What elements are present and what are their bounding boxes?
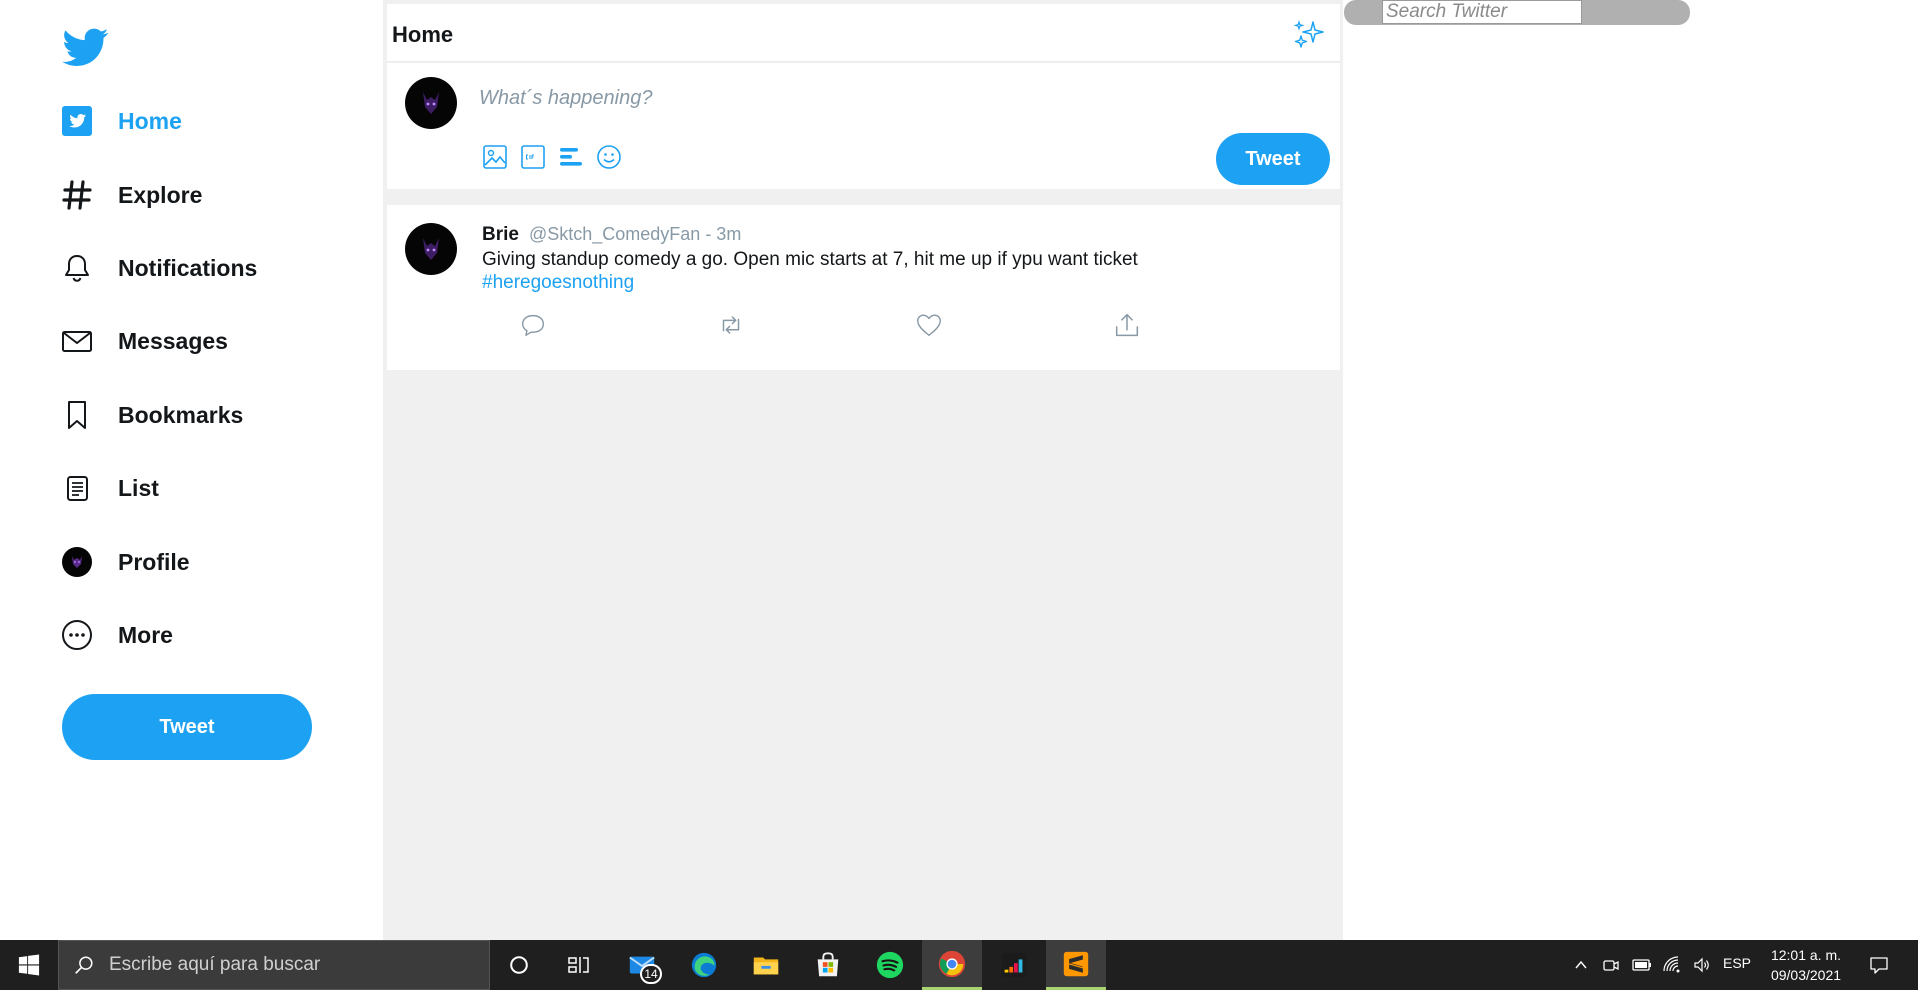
nav-more[interactable]: More — [60, 611, 173, 659]
more-icon — [60, 618, 94, 652]
clock-date: 09/03/2021 — [1770, 967, 1842, 983]
compose-input[interactable] — [479, 87, 1079, 110]
poll-icon[interactable] — [557, 143, 585, 171]
share-icon[interactable] — [1111, 309, 1143, 341]
edge-browser-icon[interactable] — [674, 940, 734, 990]
file-explorer-icon[interactable] — [736, 940, 796, 990]
nav-notifications-label: Notifications — [118, 254, 258, 281]
nav-bookmarks-label: Bookmarks — [118, 401, 244, 428]
image-icon[interactable] — [481, 143, 509, 171]
mail-app-icon[interactable]: 14 — [612, 940, 672, 990]
tweet-avatar[interactable] — [405, 223, 457, 275]
envelope-icon — [60, 324, 94, 358]
battery-icon[interactable] — [1628, 940, 1656, 990]
tweet-handle-time: @Sktch_ComedyFan - 3m — [528, 224, 742, 244]
nav-explore[interactable]: Explore — [60, 171, 202, 219]
avatar-icon — [60, 545, 94, 579]
nav-notifications[interactable]: Notifications — [60, 244, 257, 292]
deezer-icon[interactable] — [984, 940, 1044, 990]
nav-messages[interactable]: Messages — [60, 317, 228, 365]
tweet-body: Giving standup comedy a go. Open mic sta… — [482, 249, 1138, 270]
tweet-card[interactable]: Brie @Sktch_ComedyFan - 3m Giving standu… — [387, 205, 1340, 370]
compose-tweet-button[interactable]: Tweet — [1216, 133, 1330, 185]
taskbar-search-placeholder: Escribe aquí para buscar — [109, 954, 321, 975]
bell-icon — [60, 251, 94, 285]
hashtag-icon — [60, 178, 94, 212]
compose-toolbar — [481, 143, 623, 171]
nav-bookmarks[interactable]: Bookmarks — [60, 391, 243, 439]
sublime-text-icon[interactable] — [1046, 940, 1106, 990]
nav-home[interactable]: Home — [60, 97, 182, 145]
volume-icon[interactable] — [1688, 940, 1716, 990]
tweet-composer: Tweet — [387, 63, 1340, 189]
mail-badge: 14 — [640, 964, 662, 984]
bookmark-icon — [60, 398, 94, 432]
clock-time: 12:01 a. m. — [1770, 947, 1842, 963]
like-icon[interactable] — [913, 309, 945, 341]
sidebar: Home Explore Notifications Messages Book — [0, 0, 383, 940]
composer-avatar[interactable] — [405, 77, 457, 129]
chrome-icon[interactable] — [922, 940, 982, 990]
show-hidden-icons-chevron-icon[interactable] — [1568, 940, 1594, 990]
main-feed: Home What´s happening? Tweet Brie @Sktch… — [383, 0, 1343, 940]
nav-more-label: More — [118, 621, 173, 648]
cortana-icon[interactable] — [489, 940, 549, 990]
nav-profile[interactable]: Profile — [60, 538, 190, 586]
sparkle-icon[interactable] — [1292, 18, 1326, 52]
microsoft-store-icon[interactable] — [798, 940, 858, 990]
retweet-icon[interactable] — [715, 309, 747, 341]
nav-messages-label: Messages — [118, 327, 228, 354]
wifi-icon[interactable] — [1658, 940, 1686, 990]
search-bar — [1344, 0, 1690, 25]
task-view-icon[interactable] — [549, 940, 609, 990]
sidebar-tweet-button[interactable]: Tweet — [62, 694, 312, 760]
tweet-author-name[interactable]: Brie — [482, 224, 519, 246]
search-input[interactable] — [1382, 0, 1582, 24]
list-icon — [60, 471, 94, 505]
reply-icon[interactable] — [517, 309, 549, 341]
tweet-header: Brie @Sktch_ComedyFan - 3m — [482, 224, 741, 246]
nav-list-label: List — [118, 474, 159, 501]
taskbar-search-box[interactable]: Escribe aquí para buscar — [58, 940, 490, 990]
spotify-icon[interactable] — [860, 940, 920, 990]
tweet-hashtag-link[interactable]: #heregoesnothing — [482, 271, 634, 294]
input-language[interactable]: ESP — [1723, 955, 1751, 971]
twitter-logo-icon[interactable] — [60, 24, 112, 70]
home-icon — [60, 104, 94, 138]
nav-home-label: Home — [118, 107, 182, 134]
twitter-app: Home Explore Notifications Messages Book — [0, 0, 1918, 940]
nav-profile-label: Profile — [118, 548, 190, 575]
feed-header: Home — [387, 4, 1340, 62]
gif-icon[interactable] — [519, 143, 547, 171]
magnifier-icon — [75, 956, 93, 974]
page-title: Home — [392, 22, 454, 47]
windows-taskbar: Escribe aquí para buscar 14 ESP 12:01 a.… — [0, 940, 1918, 990]
nav-list[interactable]: List — [60, 464, 159, 512]
nav-explore-label: Explore — [118, 181, 203, 208]
windows-start-icon[interactable] — [0, 940, 58, 990]
clock[interactable]: 12:01 a. m. 09/03/2021 — [1766, 945, 1846, 985]
emoji-icon[interactable] — [595, 143, 623, 171]
notification-center-icon[interactable] — [1864, 940, 1894, 990]
meet-now-icon[interactable] — [1598, 940, 1624, 990]
